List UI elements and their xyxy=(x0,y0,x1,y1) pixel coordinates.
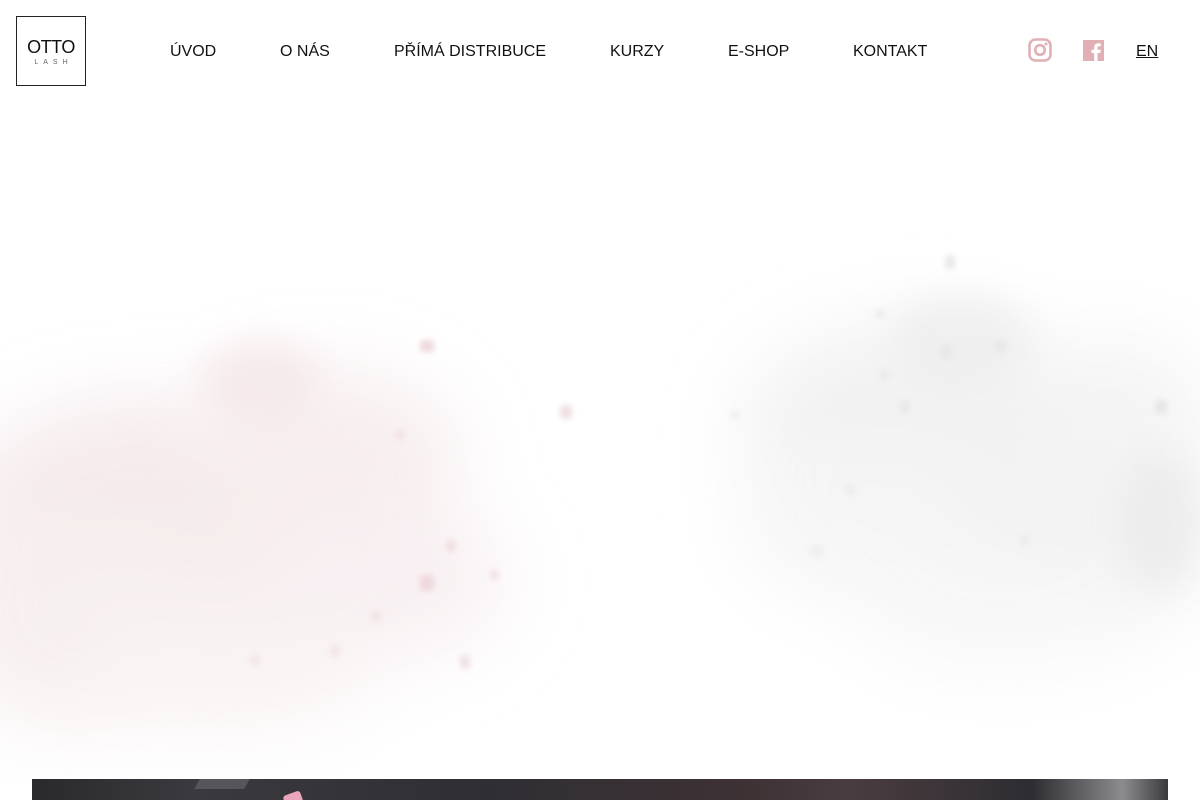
nav-item-kurzy[interactable]: KURZY xyxy=(610,42,664,62)
instagram-link[interactable] xyxy=(1028,38,1052,62)
nav-item-kontakt[interactable]: KONTAKT xyxy=(853,42,927,62)
product-banner-image xyxy=(32,779,1168,800)
logo-subtitle: LASH xyxy=(34,59,73,66)
otto-lash-logo[interactable]: OTTO LASH xyxy=(16,16,86,86)
nav-item-uvod[interactable]: ÚVOD xyxy=(170,42,216,62)
powder-smoke-texture xyxy=(0,255,1200,730)
nav-item-o-nas[interactable]: O NÁS xyxy=(280,42,330,62)
hero-background xyxy=(0,100,1200,779)
product-box-shape xyxy=(194,779,250,789)
logo-title: OTTO xyxy=(27,37,75,57)
instagram-icon xyxy=(1028,38,1052,62)
site-header: OTTO LASH ÚVOD O NÁS PŘÍMÁ DISTRIBUCE KU… xyxy=(0,0,1200,100)
pink-product-shape xyxy=(282,790,304,800)
nav-item-e-shop[interactable]: E-SHOP xyxy=(728,42,789,62)
language-switch-en[interactable]: EN xyxy=(1136,42,1158,62)
nav-item-prima-distribuce[interactable]: PŘÍMÁ DISTRIBUCE xyxy=(394,42,546,62)
facebook-icon xyxy=(1083,40,1104,61)
facebook-link[interactable] xyxy=(1083,40,1104,61)
